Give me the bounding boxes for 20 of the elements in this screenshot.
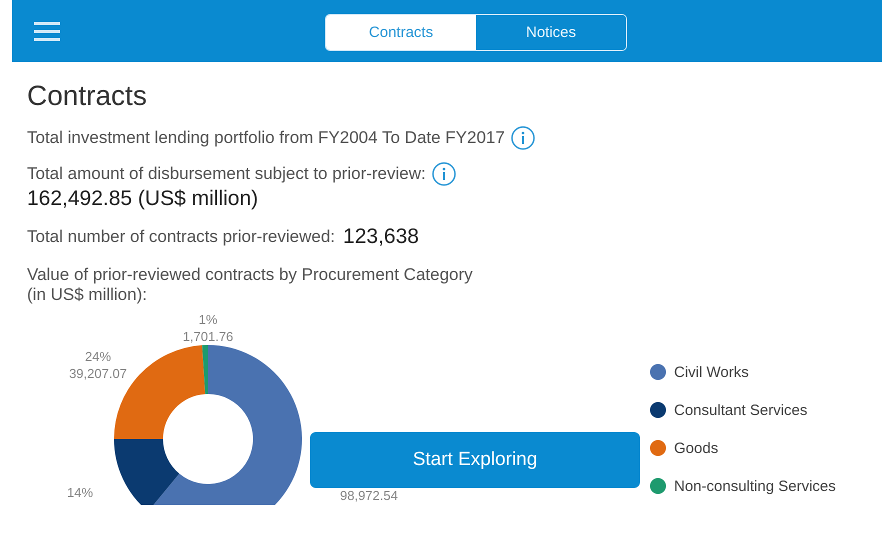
disbursement-label: Total amount of disbursement subject to prior-review:: [27, 164, 426, 184]
disbursement-value: 162,492.85 (US$ million): [27, 187, 260, 211]
info-icon[interactable]: [510, 126, 535, 150]
contracts-label: Total number of contracts prior-reviewed:: [27, 227, 336, 247]
chart-caption: Value of prior-reviewed contracts by Procurement Category (in US$ million):: [27, 265, 474, 305]
slice-label: 24% 39,207.07: [69, 349, 127, 381]
legend-label: Consultant Services: [674, 402, 808, 418]
legend-label: Non-consulting Services: [674, 478, 836, 494]
portfolio-text: Total investment lending portfolio from FY2004 To Date FY2017: [27, 128, 505, 148]
legend-label: Goods: [674, 440, 718, 456]
slice-label: 14%: [66, 485, 94, 500]
contracts-value: 123,638: [343, 225, 419, 249]
menu-icon[interactable]: [34, 21, 60, 41]
tab[interactable]: Contracts: [326, 15, 476, 50]
slice-label: 98,972.54: [340, 488, 398, 503]
slice-label: 1% 1,701.76: [182, 312, 234, 344]
legend-label: Civil Works: [674, 364, 749, 380]
page-title: Contracts: [27, 80, 148, 112]
start-exploring-button[interactable]: Start Exploring: [310, 432, 640, 488]
info-icon[interactable]: [432, 162, 456, 186]
